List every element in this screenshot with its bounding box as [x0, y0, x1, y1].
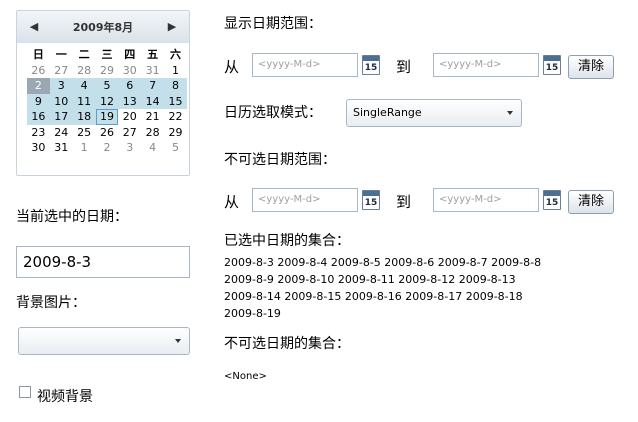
calendar-day[interactable]: 5 — [95, 78, 119, 94]
display-range-from-label: 从 — [224, 58, 240, 76]
calendar-day[interactable]: 26 — [27, 63, 50, 79]
calendar-day[interactable]: 4 — [72, 78, 96, 94]
calendar-picker-icon[interactable]: 15 — [362, 55, 380, 75]
clear-blackout-range-button[interactable]: 清除 — [568, 190, 614, 214]
calendar-week-row: 9 10 11 12 13 14 15 — [27, 93, 187, 109]
selection-mode-label: 日历选取模式： — [224, 105, 322, 121]
calendar-day[interactable]: 23 — [27, 125, 50, 141]
blackout-range-from-label: 从 — [224, 193, 240, 211]
calendar-week-row: 30 31 1 2 3 4 5 — [27, 140, 187, 156]
calendar-header: ◀ 2009年8月 ▶ — [17, 11, 189, 43]
calendar-picker-icon[interactable]: 15 — [543, 190, 561, 210]
calendar-day[interactable]: 3 — [118, 140, 141, 156]
selected-dates-line: 2009-8-19 — [224, 307, 281, 320]
calendar-day[interactable]: 14 — [141, 93, 165, 109]
calendar-day[interactable]: 15 — [164, 93, 187, 109]
selected-dates-line: 2009-8-14 2009-8-15 2009-8-16 2009-8-17 … — [224, 290, 523, 303]
calendar-day[interactable]: 28 — [73, 63, 96, 79]
weekday-header: 二 — [78, 48, 90, 61]
calendar-day[interactable]: 5 — [164, 140, 187, 156]
calendar-day[interactable]: 26 — [96, 125, 119, 141]
calendar-week-row: 23 24 25 26 27 28 29 — [27, 125, 187, 141]
calendar-day[interactable]: 30 — [27, 140, 50, 156]
blackout-range-start-input[interactable]: <yyyy-M-d> — [252, 188, 358, 212]
blackout-range-end-input[interactable]: <yyyy-M-d> — [433, 188, 539, 212]
calendar-day[interactable]: 20 — [118, 109, 141, 125]
blackout-dates-value: <None> — [224, 371, 267, 382]
calendar: ◀ 2009年8月 ▶ 日一二三四五六 26 27 28 29 30 31 1 2 3 4 5 6 7 8… — [16, 10, 190, 176]
current-date-field[interactable] — [16, 246, 190, 278]
current-date-label: 当前选中的日期： — [16, 209, 128, 225]
calendar-day[interactable]: 24 — [50, 125, 73, 141]
calendar-day-grid: 日一二三四五六 26 27 28 29 30 31 1 2 3 4 5 6 7 8 9 10 11 12 13 14 1… — [27, 47, 187, 156]
video-background-label: 视频背景 — [37, 389, 93, 405]
blackout-range-to-label: 到 — [396, 193, 412, 211]
background-image-label: 背景图片： — [16, 295, 86, 311]
calendar-day[interactable]: 3 — [49, 78, 73, 94]
calendar-day[interactable]: 27 — [118, 125, 141, 141]
display-range-end-input[interactable]: <yyyy-M-d> — [433, 53, 539, 77]
calendar-day[interactable]: 21 — [141, 109, 164, 125]
weekday-header: 五 — [147, 48, 159, 61]
video-background-checkbox[interactable] — [19, 386, 31, 398]
calendar-day[interactable]: 30 — [118, 63, 141, 79]
weekday-header: 一 — [55, 48, 67, 61]
calendar-day[interactable]: 8 — [164, 78, 187, 94]
calendar-day[interactable]: 25 — [73, 125, 96, 141]
calendar-day[interactable]: 11 — [72, 93, 96, 109]
calendar-day[interactable]: 4 — [141, 140, 164, 156]
calendar-month-title[interactable]: 2009年8月 — [47, 19, 159, 35]
display-range-title: 显示日期范围： — [224, 16, 322, 32]
next-month-button[interactable]: ▶ — [165, 19, 179, 33]
blackout-dates-title: 不可选日期的集合： — [224, 336, 350, 352]
calendar-day[interactable]: 10 — [49, 93, 73, 109]
calendar-day[interactable]: 19 — [95, 109, 119, 125]
selection-mode-value: SingleRange — [353, 106, 422, 119]
calendar-day[interactable]: 31 — [50, 140, 73, 156]
calendar-picker-icon[interactable]: 15 — [543, 55, 561, 75]
calendar-picker-icon[interactable]: 15 — [362, 190, 380, 210]
display-range-start-input[interactable]: <yyyy-M-d> — [252, 53, 358, 77]
calendar-day[interactable]: 9 — [27, 93, 50, 109]
calendar-week-row: 2345678 — [27, 78, 187, 94]
calendar-day[interactable]: 2 — [96, 140, 119, 156]
blackout-range-title: 不可选日期范围： — [224, 152, 336, 168]
display-range-to-label: 到 — [396, 58, 412, 76]
selected-dates-line: 2009-8-3 2009-8-4 2009-8-5 2009-8-6 2009… — [224, 256, 542, 269]
weekday-header: 三 — [101, 48, 113, 61]
calendar-day[interactable]: 16 — [27, 109, 50, 125]
calendar-day[interactable]: 28 — [141, 125, 164, 141]
calendar-day[interactable]: 29 — [96, 63, 119, 79]
calendar-day[interactable]: 1 — [73, 140, 96, 156]
calendar-week-row: 16 17 18 19 20 21 22 — [27, 109, 187, 125]
selected-dates-title: 已选中日期的集合： — [224, 233, 350, 249]
calendar-day[interactable]: 12 — [95, 93, 119, 109]
selected-dates-line: 2009-8-9 2009-8-10 2009-8-11 2009-8-12 2… — [224, 273, 516, 286]
selected-dates-list: 2009-8-3 2009-8-4 2009-8-5 2009-8-6 2009… — [224, 254, 584, 322]
calendar-day[interactable]: 17 — [49, 109, 73, 125]
weekday-header: 六 — [170, 48, 182, 61]
weekday-header: 日 — [32, 48, 44, 61]
calendar-day[interactable]: 6 — [118, 78, 142, 94]
calendar-day[interactable]: 29 — [164, 125, 187, 141]
calendar-day[interactable]: 7 — [141, 78, 165, 94]
previous-month-button[interactable]: ◀ — [27, 19, 41, 33]
calendar-day[interactable]: 18 — [72, 109, 96, 125]
calendar-day[interactable]: 1 — [164, 63, 187, 79]
calendar-day[interactable]: 2 — [27, 78, 50, 94]
selection-mode-select[interactable]: SingleRange — [346, 99, 522, 127]
calendar-day[interactable]: 13 — [118, 93, 142, 109]
weekday-header: 四 — [124, 48, 136, 61]
calendar-week-row: 26 27 28 29 30 31 1 — [27, 63, 187, 79]
calendar-day[interactable]: 27 — [50, 63, 73, 79]
calendar-day[interactable]: 22 — [164, 109, 187, 125]
chevron-down-icon — [175, 339, 181, 343]
chevron-down-icon — [507, 111, 513, 115]
clear-display-range-button[interactable]: 清除 — [568, 55, 614, 79]
background-image-select[interactable] — [18, 327, 190, 355]
calendar-day[interactable]: 31 — [141, 63, 164, 79]
